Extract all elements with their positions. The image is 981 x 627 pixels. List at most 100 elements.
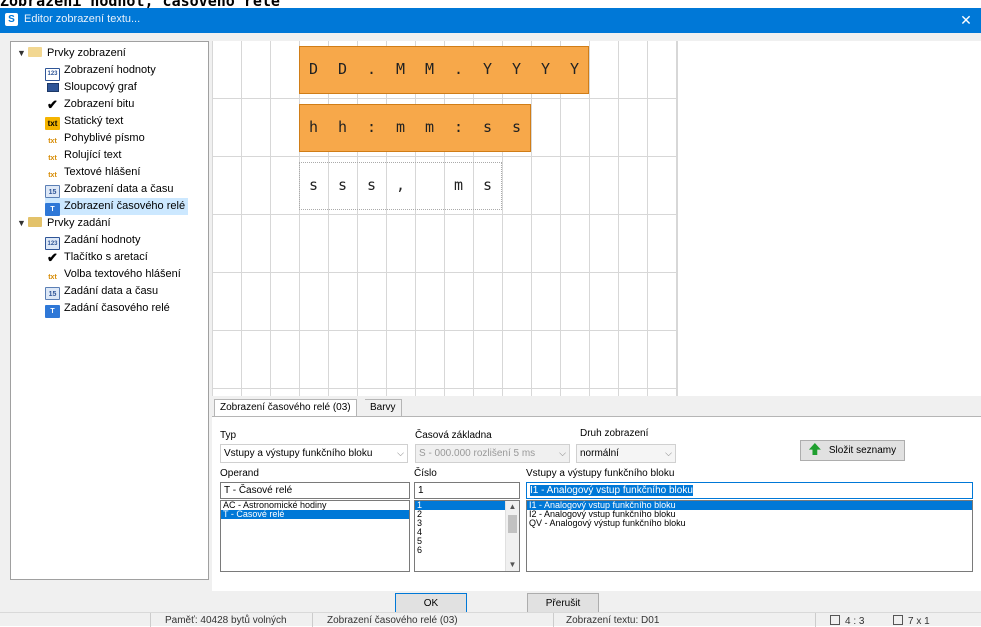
- scroll-up-icon[interactable]: ▲: [506, 501, 519, 513]
- character-grid[interactable]: DD.MM.YYYYhh:mm:sssss,ms: [212, 41, 677, 396]
- tree-item-label: Tlačítko s aretací: [64, 251, 148, 263]
- display-char: ,: [395, 176, 406, 194]
- ratio-label: 4 : 3: [845, 616, 865, 627]
- compose-lists-label: Složit seznamy: [828, 445, 897, 456]
- tree-item-label: Zadání časového relé: [64, 302, 170, 314]
- display-kind-label: Druh zobrazení: [580, 428, 649, 439]
- grid-column-line: [473, 41, 474, 396]
- tree-item-label: Zobrazení časového relé: [64, 200, 186, 212]
- ok-button[interactable]: OK: [395, 593, 467, 614]
- list-item-selected[interactable]: 1: [415, 501, 519, 510]
- number-field[interactable]: 1: [414, 482, 520, 499]
- operand-list[interactable]: AC - Astronomické hodiny T - Časové relé: [220, 500, 410, 572]
- list-item[interactable]: QV - Analogový výstup funkčního bloku: [527, 519, 972, 528]
- tree-item-value-display[interactable]: 123 Zobrazení hodnoty: [45, 62, 159, 81]
- display-char: h: [308, 118, 319, 136]
- tree-item-static-text[interactable]: txt Statický text: [45, 113, 126, 130]
- tree-item-label: Zadání hodnoty: [64, 234, 141, 246]
- size-checkbox[interactable]: [893, 615, 903, 625]
- editor-window: S Editor zobrazení textu... ✕ ▼ Prvky zob…: [0, 8, 981, 626]
- arrow-up-icon: [808, 443, 821, 455]
- display-char: s: [337, 176, 348, 194]
- grid-row-line: [212, 98, 677, 99]
- tree-item-label: Sloupcový graf: [64, 81, 137, 93]
- display-char: s: [482, 118, 493, 136]
- list-item[interactable]: 2: [415, 510, 519, 519]
- grid-column-line: [531, 41, 532, 396]
- io-field[interactable]: I1 - Analogový vstup funkčního bloku: [526, 482, 973, 499]
- grid-row-line: [212, 272, 677, 273]
- close-button[interactable]: ✕: [951, 8, 981, 33]
- tree-item-message-select[interactable]: txt Volba textového hlášení: [45, 266, 184, 283]
- status-separator: [150, 613, 151, 627]
- element-tree: ▼ Prvky zobrazení 123 Zobrazení hodnoty Sl…: [10, 41, 209, 580]
- tree-item-rolling-text[interactable]: txt Rolující text: [45, 147, 124, 164]
- tree-item-moving-text[interactable]: txt Pohyblivé písmo: [45, 130, 148, 147]
- list-item[interactable]: 4: [415, 528, 519, 537]
- display-char: M: [424, 60, 435, 78]
- list-item[interactable]: 6: [415, 546, 519, 555]
- number-list-scrollbar[interactable]: ▲ ▼: [505, 501, 519, 571]
- grid-column-line: [241, 41, 242, 396]
- number-list[interactable]: 1 2 3 4 5 6 ▲ ▼: [414, 500, 520, 572]
- grid-column-line: [502, 41, 503, 396]
- io-label: Vstupy a výstupy funkčního bloku: [526, 468, 675, 479]
- grid-column-line: [299, 41, 300, 396]
- folder-open-icon: [28, 47, 42, 57]
- display-char: m: [424, 118, 435, 136]
- display-editor-canvas[interactable]: DD.MM.YYYYhh:mm:sssss,ms: [212, 41, 981, 396]
- tree-item-date-time[interactable]: 15 Zobrazení data a času: [45, 181, 176, 198]
- list-item[interactable]: 3: [415, 519, 519, 528]
- chevron-down-icon[interactable]: ▼: [17, 45, 28, 61]
- latch-button-icon: ✔: [47, 250, 58, 265]
- timebase-label: Časová základna: [415, 430, 492, 441]
- status-ratio[interactable]: 4 : 3: [830, 615, 864, 627]
- tree-group-display[interactable]: ▼ Prvky zobrazení: [17, 45, 126, 61]
- type-select[interactable]: Vstupy a výstupy funkčního bloku ⌵: [220, 444, 408, 463]
- tree-item-timer-relay[interactable]: T Zobrazení časového relé: [45, 198, 189, 216]
- display-char: M: [395, 60, 406, 78]
- tree-item-label: Statický text: [64, 115, 124, 127]
- display-char: :: [453, 118, 464, 136]
- size-label: 7 x 1: [908, 616, 930, 627]
- io-list[interactable]: I1 - Analogový vstup funkčního bloku I2 …: [526, 500, 973, 572]
- display-char: Y: [569, 60, 580, 78]
- compose-lists-button[interactable]: Složit seznamy: [800, 440, 905, 461]
- tree-item-value-input[interactable]: 123 Zadání hodnoty: [45, 232, 143, 250]
- ratio-checkbox[interactable]: [830, 615, 840, 625]
- display-char: Y: [511, 60, 522, 78]
- display-char: .: [453, 60, 464, 78]
- chevron-down-icon[interactable]: ▼: [17, 215, 28, 231]
- io-field-value: I1 - Analogový vstup funkčního bloku: [530, 485, 693, 496]
- operand-field[interactable]: T - Časové relé: [220, 482, 410, 499]
- tree-item-text-message[interactable]: txt Textové hlášení: [45, 164, 143, 181]
- tree-item-date-time-input[interactable]: 15 Zadání data a času: [45, 283, 161, 300]
- date-time-icon: 15: [45, 185, 60, 198]
- chevron-down-icon: ⌵: [397, 448, 404, 458]
- number-label: Číslo: [414, 468, 437, 479]
- tree-item-label: Rolující text: [64, 149, 122, 161]
- tab-timer-relay-display[interactable]: Zobrazení časového relé (03): [214, 399, 357, 417]
- cancel-button[interactable]: Přerušit: [527, 593, 599, 614]
- grid-column-line: [647, 41, 648, 396]
- scroll-thumb[interactable]: [508, 515, 517, 533]
- scroll-down-icon[interactable]: ▼: [506, 559, 519, 571]
- title-bar: S Editor zobrazení textu... ✕: [0, 8, 981, 33]
- grid-row-line: [212, 156, 677, 157]
- tree-item-bar-graph[interactable]: Sloupcový graf: [45, 79, 140, 96]
- display-char: .: [366, 60, 377, 78]
- operand-label: Operand: [220, 468, 259, 479]
- tree-item-latch-button[interactable]: ✔ Tlačítko s aretací: [45, 249, 151, 266]
- status-size[interactable]: 7 x 1: [893, 615, 930, 627]
- display-char: s: [482, 176, 493, 194]
- tree-item-bit-display[interactable]: ✔ Zobrazení bitu: [45, 96, 137, 113]
- display-char: s: [308, 176, 319, 194]
- display-kind-select[interactable]: normální ⌵: [576, 444, 676, 463]
- tree-item-timer-relay-input[interactable]: T Zadání časového relé: [45, 300, 173, 318]
- grid-column-line: [560, 41, 561, 396]
- list-item[interactable]: 5: [415, 537, 519, 546]
- status-memory: Paměť: 40428 bytů volných: [165, 615, 287, 626]
- list-item-selected[interactable]: T - Časové relé: [221, 510, 409, 519]
- tab-colors[interactable]: Barvy: [365, 399, 402, 417]
- tree-group-input[interactable]: ▼ Prvky zadání: [17, 215, 111, 231]
